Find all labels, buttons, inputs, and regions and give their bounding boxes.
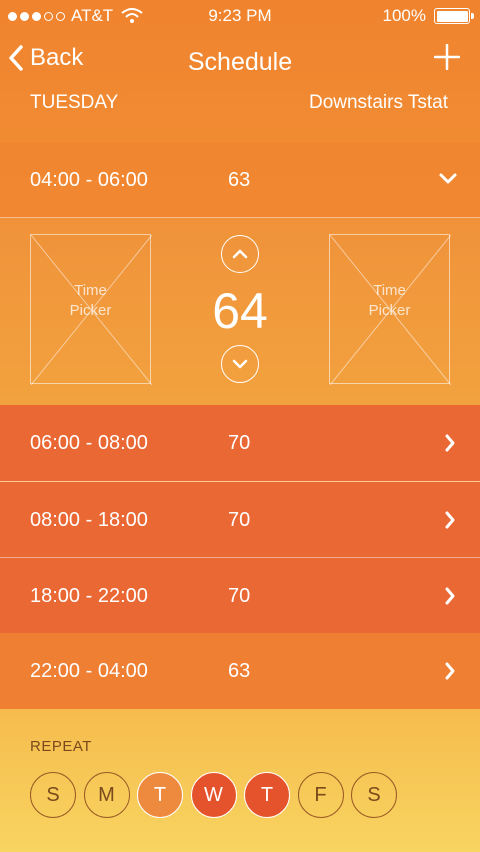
day-toggle-tuesday[interactable]: T — [137, 772, 183, 818]
day-toggle-monday[interactable]: M — [83, 772, 130, 818]
day-toggle-saturday[interactable]: S — [351, 772, 397, 818]
battery-percent: 100% — [382, 6, 426, 25]
subheader: TUESDAY Downstairs Tstat — [30, 92, 448, 118]
battery-icon — [434, 8, 474, 24]
schedule-row[interactable]: 22:00 - 04:00 63 — [0, 633, 480, 709]
temperature: 70 — [228, 431, 251, 454]
time-range: 18:00 - 22:00 — [30, 584, 148, 607]
chevron-right-icon — [445, 587, 455, 605]
status-right: 100% — [382, 6, 474, 26]
repeat-days: S M T W T F S — [30, 772, 397, 818]
temperature: 63 — [228, 659, 251, 682]
chevron-right-icon — [445, 511, 455, 529]
chevron-up-icon — [232, 249, 248, 259]
day-toggle-thursday[interactable]: T — [244, 772, 290, 818]
time-picker-label: Time Picker — [368, 282, 411, 319]
repeat-label: REPEAT — [30, 738, 92, 755]
day-toggle-friday[interactable]: F — [297, 772, 344, 818]
temperature: 63 — [228, 168, 251, 191]
time-range: 04:00 - 06:00 — [30, 168, 148, 191]
schedule-row[interactable]: 06:00 - 08:00 70 — [0, 405, 480, 481]
chevron-right-icon — [445, 662, 455, 680]
schedule-row-expanded[interactable]: 04:00 - 06:00 63 — [0, 142, 480, 218]
day-toggle-wednesday[interactable]: W — [190, 772, 237, 818]
schedule-row[interactable]: 18:00 - 22:00 70 — [0, 558, 480, 634]
plus-icon — [433, 43, 461, 71]
temperature-editor: Time Picker 64 Time Picker — [0, 218, 480, 405]
temp-up-button[interactable] — [221, 235, 259, 273]
chevron-down-icon — [232, 359, 248, 369]
temp-down-button[interactable] — [221, 345, 259, 383]
time-range: 08:00 - 18:00 — [30, 508, 148, 531]
device-label: Downstairs Tstat — [308, 92, 448, 113]
temperature: 70 — [228, 584, 251, 607]
chevron-down-icon — [439, 173, 457, 184]
time-picker-end[interactable]: Time Picker — [329, 234, 451, 385]
time-range: 22:00 - 04:00 — [30, 659, 148, 682]
time-picker-start[interactable]: Time Picker — [30, 234, 152, 385]
day-toggle-sunday[interactable]: S — [30, 772, 76, 818]
add-button[interactable] — [433, 43, 461, 75]
schedule-row[interactable]: 08:00 - 18:00 70 — [0, 482, 480, 558]
time-range: 06:00 - 08:00 — [30, 431, 148, 454]
day-label: TUESDAY — [30, 92, 119, 113]
temperature: 70 — [228, 508, 251, 531]
status-bar: AT&T 9:23 PM 100% — [0, 0, 480, 34]
time-picker-label: Time Picker — [69, 282, 112, 319]
chevron-right-icon — [445, 434, 455, 452]
nav-bar: Back Schedule — [0, 40, 480, 84]
page-title: Schedule — [187, 48, 293, 76]
current-temperature: 64 — [212, 283, 268, 339]
